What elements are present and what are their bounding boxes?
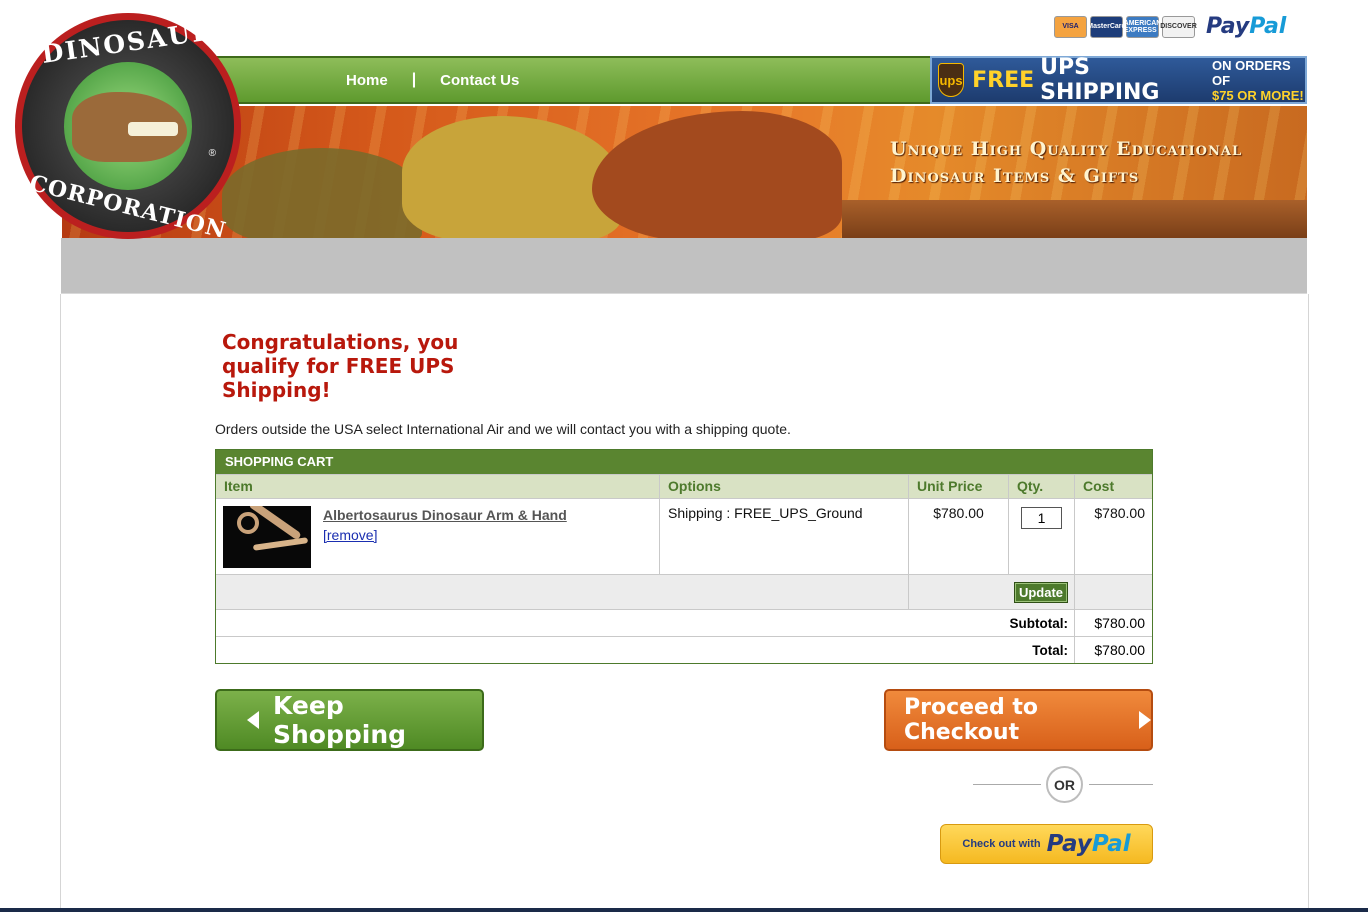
- banner-tagline-line1: Unique High Quality Educational: [890, 138, 1243, 160]
- page: VISA MasterCard AMERICAN EXPRESS DISCOVE…: [0, 0, 1368, 912]
- banner-tagline-line2: Dinosaur Items & Gifts: [890, 165, 1140, 187]
- dinosaur-head-icon: [72, 92, 187, 162]
- proceed-to-checkout-button[interactable]: Proceed to Checkout: [884, 689, 1153, 751]
- remove-item-link[interactable]: [remove]: [323, 527, 567, 543]
- cart-column-headers: Item Options Unit Price Qty. Cost: [216, 474, 1152, 498]
- banner-tagline: Unique High Quality Educational Dinosaur…: [890, 136, 1242, 190]
- arrow-right-icon: [1139, 711, 1151, 729]
- item-unit-price: $780.00: [909, 499, 1009, 574]
- update-row-spacer: [216, 575, 909, 609]
- col-options: Options: [660, 475, 909, 498]
- nav-contact-link[interactable]: Contact Us: [440, 72, 519, 89]
- mastercard-icon: MasterCard: [1087, 15, 1126, 38]
- paypal-checkout-button[interactable]: Check out with PayPal: [940, 824, 1153, 864]
- payment-methods: VISA MasterCard AMERICAN EXPRESS DISCOVE…: [1054, 14, 1286, 39]
- paypal-prefix: Check out with: [962, 838, 1041, 850]
- update-row: Update: [216, 574, 1152, 609]
- logo-ring: DINOSAUR CORPORATION ®: [22, 16, 234, 244]
- amex-card-icon: AMERICAN EXPRESS: [1124, 15, 1161, 38]
- paypal-button-logo: PayPal: [1046, 831, 1131, 857]
- item-text: Albertosaurus Dinosaur Arm & Hand [remov…: [323, 507, 567, 567]
- col-unit-price: Unit Price: [909, 475, 1009, 498]
- cart-item-row: Albertosaurus Dinosaur Arm & Hand [remov…: [216, 498, 1152, 574]
- subtotal-label: Subtotal:: [216, 610, 1075, 636]
- item-qty-cell: [1009, 499, 1075, 574]
- subtotal-value: $780.00: [1094, 615, 1145, 631]
- cart-title: SHOPPING CART: [216, 450, 1152, 474]
- checkout-label: Proceed to Checkout: [904, 695, 1039, 745]
- quantity-input[interactable]: [1021, 507, 1062, 529]
- or-divider-right: [1089, 784, 1153, 785]
- discover-card-icon: DISCOVER: [1160, 15, 1197, 38]
- keep-shopping-label: Keep Shopping: [273, 691, 407, 749]
- international-note: Orders outside the USA select Internatio…: [215, 421, 791, 437]
- item-options: Shipping : FREE_UPS_Ground: [660, 499, 909, 574]
- ups-orders-line2: $75 OR MORE!: [1211, 87, 1304, 103]
- hero-banner: Unique High Quality Educational Dinosaur…: [62, 106, 1307, 238]
- total-row: Total: $780.00: [216, 636, 1152, 663]
- total-value: $780.00: [1094, 642, 1145, 658]
- thumb-joint: [237, 512, 259, 534]
- logo-dinosaur-emblem: [64, 62, 192, 190]
- total-label: Total:: [216, 637, 1075, 663]
- update-cell: Update: [909, 575, 1075, 609]
- keep-shopping-button[interactable]: Keep Shopping: [215, 689, 484, 751]
- or-badge: OR: [1046, 766, 1083, 803]
- cart-item-cell: Albertosaurus Dinosaur Arm & Hand [remov…: [216, 499, 660, 574]
- ups-shield-icon: ups: [938, 63, 965, 97]
- site-logo[interactable]: DINOSAUR CORPORATION ®: [15, 13, 241, 244]
- update-row-end: [1075, 575, 1152, 609]
- banner-ground: [842, 200, 1307, 238]
- item-cost: $780.00: [1094, 505, 1145, 521]
- ups-orders-line1: ON ORDERS OF: [1211, 57, 1291, 88]
- ups-orders-note: ON ORDERS OF $75 OR MORE!: [1212, 58, 1305, 103]
- or-divider-left: [973, 784, 1041, 785]
- registered-mark: ®: [208, 148, 216, 159]
- nav-home-link[interactable]: Home: [346, 72, 388, 89]
- thumb-bone-lower: [252, 537, 309, 551]
- shopping-cart-table: SHOPPING CART Item Options Unit Price Qt…: [215, 449, 1153, 664]
- subtotal-row: Subtotal: $780.00: [216, 609, 1152, 636]
- subheader-bar: [61, 238, 1307, 294]
- col-cost: Cost: [1083, 478, 1115, 494]
- nav-separator: |: [411, 71, 417, 88]
- arrow-left-icon: [247, 711, 259, 729]
- update-cart-button[interactable]: Update: [1013, 581, 1068, 603]
- col-qty: Qty.: [1009, 475, 1075, 498]
- stegosaurus-illustration: [222, 148, 422, 238]
- main-nav: Home | Contact Us: [210, 56, 932, 104]
- product-name-link[interactable]: Albertosaurus Dinosaur Arm & Hand: [323, 507, 567, 523]
- col-item: Item: [216, 475, 660, 498]
- ups-free-label: FREE: [972, 67, 1035, 93]
- product-thumbnail[interactable]: [223, 506, 311, 568]
- bottom-border: [0, 908, 1368, 912]
- free-ups-shipping-banner: ups FREE UPS SHIPPING ON ORDERS OF $75 O…: [930, 55, 1307, 105]
- ups-shipping-label: UPS SHIPPING: [1040, 55, 1160, 105]
- free-shipping-message: Congratulations, you qualify for FREE UP…: [222, 330, 459, 402]
- paypal-logo: PayPal: [1206, 14, 1287, 39]
- visa-card-icon: VISA: [1054, 15, 1087, 38]
